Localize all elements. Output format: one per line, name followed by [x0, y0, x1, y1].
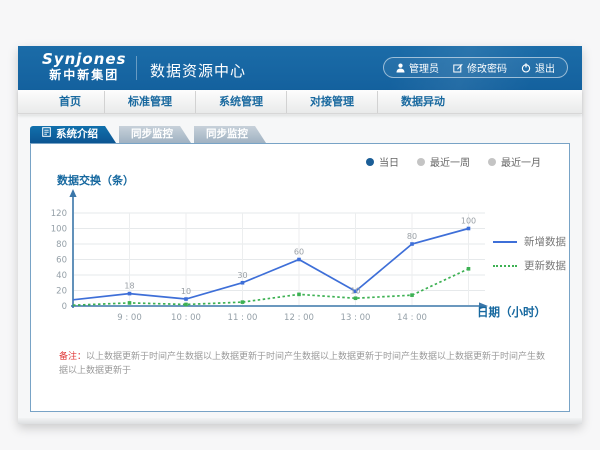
- company-logo: Synjones 新中新集团: [42, 51, 127, 83]
- app-header: Synjones 新中新集团 数据资源中心 管理员 修改密码: [18, 46, 582, 90]
- solid-line-swatch: [493, 241, 517, 243]
- nav-item-home[interactable]: 首页: [36, 91, 105, 113]
- main-nav: 首页 标准管理 系统管理 对接管理 数据异动: [18, 90, 582, 114]
- edit-icon: [453, 63, 463, 73]
- data-point: [297, 258, 301, 262]
- data-point: [128, 292, 132, 296]
- data-point: [241, 300, 245, 304]
- document-icon: [42, 126, 51, 143]
- nav-item-data-change[interactable]: 数据异动: [378, 91, 468, 113]
- page-title: 数据资源中心: [150, 60, 246, 81]
- y-tick-label: 60: [56, 256, 67, 266]
- point-label: 10: [350, 286, 360, 295]
- dotted-line-swatch: [493, 265, 517, 267]
- logo-company-name: 新中新集团: [42, 68, 127, 83]
- point-label: 100: [461, 217, 476, 226]
- data-point: [184, 297, 188, 301]
- radio-label: 当日: [379, 154, 399, 169]
- user-icon: [396, 63, 405, 73]
- y-tick-label: 0: [62, 302, 67, 312]
- y-tick-label: 100: [51, 225, 67, 235]
- data-point: [241, 281, 245, 285]
- x-tick-label: 10 : 00: [171, 313, 201, 323]
- point-label: 60: [294, 248, 304, 257]
- tab-system-intro[interactable]: 系统介绍: [30, 126, 116, 143]
- footnote-text: 以上数据更新于时间产生数据以上数据更新于时间产生数据以上数据更新于时间产生数据以…: [59, 352, 545, 376]
- y-axis-arrow: [69, 189, 76, 197]
- data-point: [467, 267, 471, 271]
- x-axis-title: 日期（小时）: [477, 304, 546, 320]
- header-divider: [136, 56, 137, 80]
- point-label: 18: [124, 282, 134, 291]
- radio-label: 最近一月: [501, 154, 541, 169]
- x-tick-label: 9 : 00: [117, 313, 142, 323]
- tab-label: 同步监控: [206, 126, 248, 143]
- point-label: 30: [237, 271, 247, 280]
- change-password-label: 修改密码: [467, 60, 507, 75]
- time-range-filter: 当日 最近一周 最近一月: [366, 154, 541, 169]
- legend-label: 更新数据: [524, 258, 566, 273]
- radio-dot: [488, 158, 496, 166]
- y-tick-label: 20: [56, 287, 67, 297]
- nav-item-interface-mgmt[interactable]: 对接管理: [287, 91, 378, 113]
- content-area: 系统介绍 同步监控 同步监控 当日 最近一周: [18, 115, 582, 424]
- point-label: 80: [407, 232, 417, 241]
- x-tick-label: 11 : 00: [228, 313, 258, 323]
- tab-bar: 系统介绍 同步监控 同步监控: [30, 126, 266, 143]
- legend-item-updated-data: 更新数据: [493, 258, 566, 273]
- logo-brand: Synjones: [42, 51, 127, 68]
- data-point: [467, 227, 471, 231]
- tab-label: 同步监控: [131, 126, 173, 143]
- y-tick-label: 40: [56, 271, 67, 281]
- point-label: 10: [181, 287, 191, 296]
- chart-panel: 当日 最近一周 最近一月 数据交换（条） 0204060801001209 : …: [30, 143, 570, 412]
- data-point: [128, 301, 132, 305]
- legend-item-new-data: 新增数据: [493, 234, 566, 249]
- power-icon: [521, 63, 531, 73]
- data-point: [354, 296, 358, 300]
- radio-last-month[interactable]: 最近一月: [488, 154, 541, 169]
- tab-label: 系统介绍: [56, 126, 98, 143]
- tab-sync-monitor-1[interactable]: 同步监控: [119, 126, 191, 143]
- radio-last-week[interactable]: 最近一周: [417, 154, 470, 169]
- logout-button[interactable]: 退出: [521, 60, 555, 75]
- legend-label: 新增数据: [524, 234, 566, 249]
- x-tick-label: 13 : 00: [341, 313, 371, 323]
- app-window: Synjones 新中新集团 数据资源中心 管理员 修改密码: [18, 46, 582, 424]
- nav-item-standard-mgmt[interactable]: 标准管理: [105, 91, 196, 113]
- x-tick-label: 12 : 00: [284, 313, 314, 323]
- x-tick-label: 14 : 00: [397, 313, 427, 323]
- radio-label: 最近一周: [430, 154, 470, 169]
- data-point: [297, 293, 301, 297]
- change-password-button[interactable]: 修改密码: [453, 60, 507, 75]
- nav-item-system-mgmt[interactable]: 系统管理: [196, 91, 287, 113]
- tab-sync-monitor-2[interactable]: 同步监控: [194, 126, 266, 143]
- data-point: [410, 293, 414, 297]
- admin-user-label: 管理员: [409, 60, 439, 75]
- radio-today[interactable]: 当日: [366, 154, 399, 169]
- data-point: [184, 303, 188, 307]
- y-tick-label: 80: [56, 240, 67, 250]
- footnote-prefix: 备注：: [59, 352, 86, 362]
- line-chart: 0 20 40 60 80 100 120 9 : 00 10 : 00 11 : 00 12 : …: [31, 186, 551, 336]
- radio-dot: [366, 158, 374, 166]
- window-bottom-edge: [18, 418, 582, 424]
- y-tick-label: 120: [51, 209, 67, 219]
- user-toolbar: 管理员 修改密码 退出: [383, 57, 568, 78]
- logout-label: 退出: [535, 60, 555, 75]
- footnote: 备注：以上数据更新于时间产生数据以上数据更新于时间产生数据以上数据更新于时间产生…: [59, 351, 553, 378]
- admin-user-button[interactable]: 管理员: [396, 60, 439, 75]
- radio-dot: [417, 158, 425, 166]
- data-point: [410, 242, 414, 246]
- series-legend: 新增数据 更新数据: [493, 234, 566, 273]
